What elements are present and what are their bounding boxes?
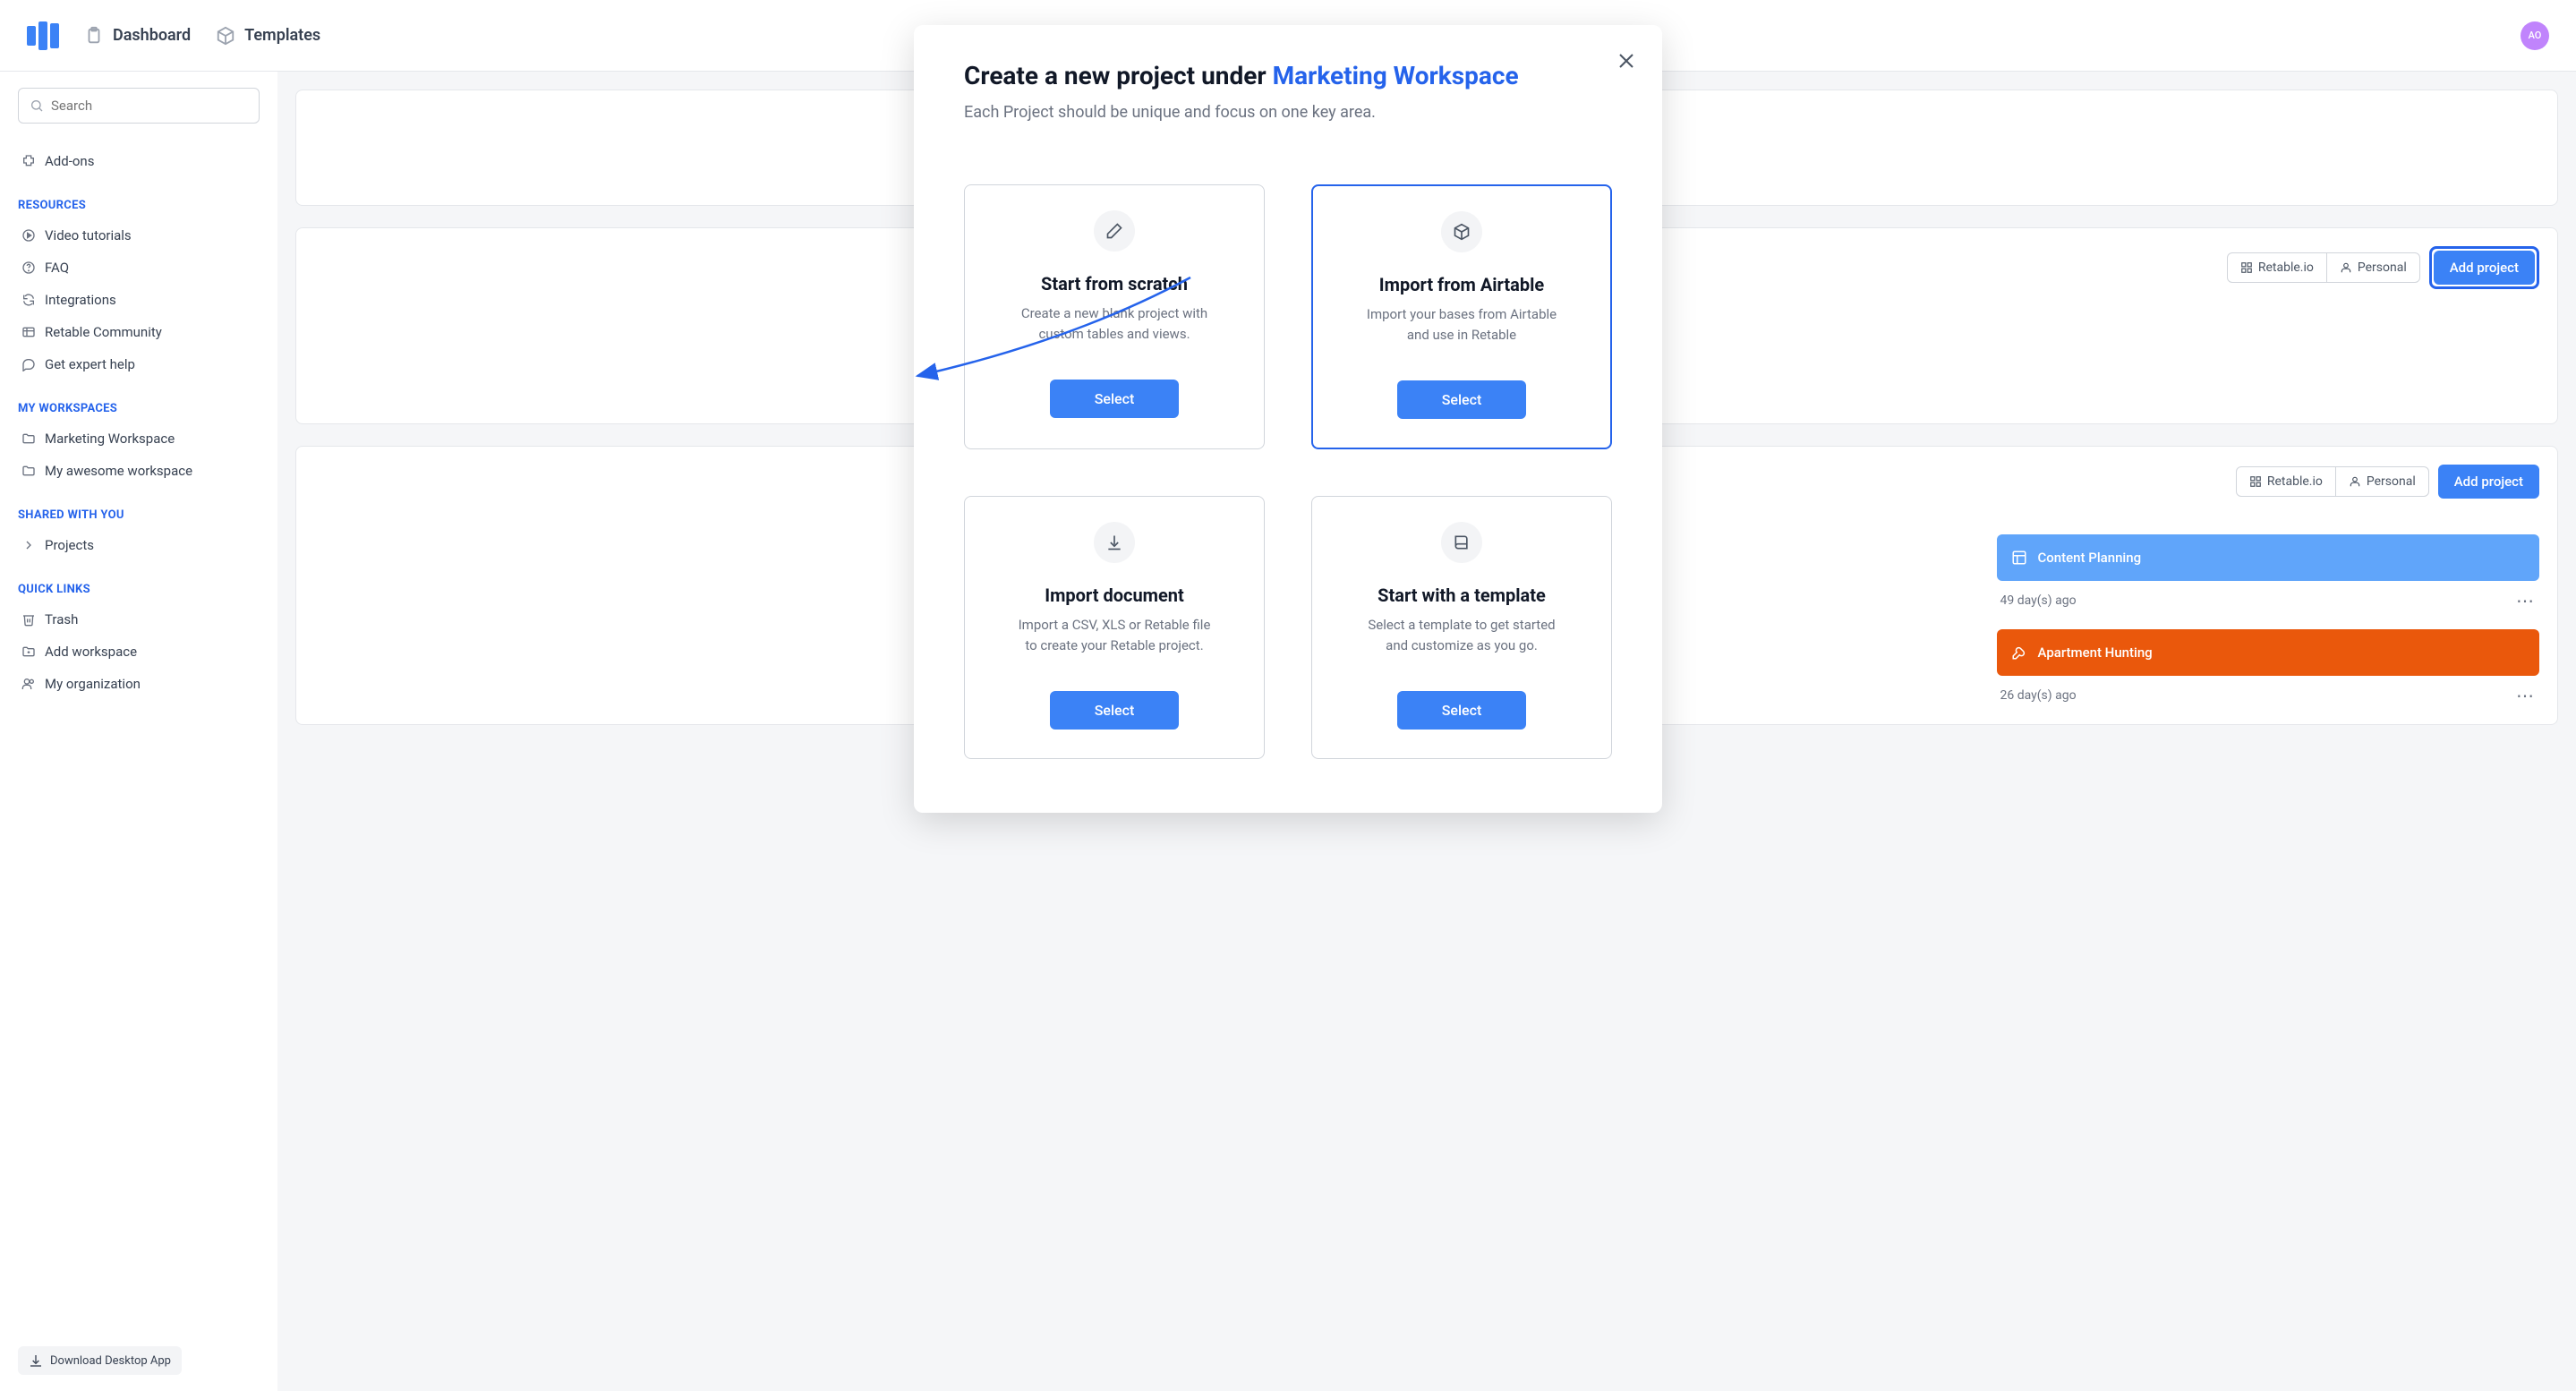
select-template-button[interactable]: Select <box>1397 691 1527 730</box>
option-title: Start with a template <box>1378 585 1546 606</box>
option-desc: Import your bases from Airtable and use … <box>1359 304 1565 345</box>
options-grid: Start from scratch Create a new blank pr… <box>964 184 1612 759</box>
option-desc: Import a CSV, XLS or Retable file to cre… <box>1011 615 1217 655</box>
option-import-document: Import document Import a CSV, XLS or Ret… <box>964 496 1265 759</box>
book-icon <box>1441 522 1482 563</box>
cube-icon <box>1441 211 1482 252</box>
pencil-icon <box>1094 210 1135 252</box>
option-start-template: Start with a template Select a template … <box>1311 496 1612 759</box>
select-document-button[interactable]: Select <box>1050 691 1180 730</box>
select-airtable-button[interactable]: Select <box>1397 380 1527 419</box>
option-title: Import document <box>1045 585 1184 606</box>
option-desc: Select a template to get started and cus… <box>1359 615 1565 655</box>
option-import-airtable: Import from Airtable Import your bases f… <box>1311 184 1612 449</box>
select-scratch-button[interactable]: Select <box>1050 380 1180 418</box>
modal-overlay: Create a new project under Marketing Wor… <box>0 0 2576 1391</box>
option-start-from-scratch: Start from scratch Create a new blank pr… <box>964 184 1265 449</box>
close-icon <box>1616 50 1637 72</box>
download-icon <box>1094 522 1135 563</box>
modal-title: Create a new project under Marketing Wor… <box>964 61 1612 90</box>
modal-title-workspace: Marketing Workspace <box>1273 61 1519 90</box>
close-button[interactable] <box>1616 50 1637 75</box>
option-title: Import from Airtable <box>1379 274 1544 295</box>
option-desc: Create a new blank project with custom t… <box>1011 303 1217 344</box>
modal-subtitle: Each Project should be unique and focus … <box>964 103 1612 122</box>
create-project-modal: Create a new project under Marketing Wor… <box>914 25 1662 813</box>
modal-title-prefix: Create a new project under <box>964 61 1273 90</box>
option-title: Start from scratch <box>1041 273 1188 294</box>
